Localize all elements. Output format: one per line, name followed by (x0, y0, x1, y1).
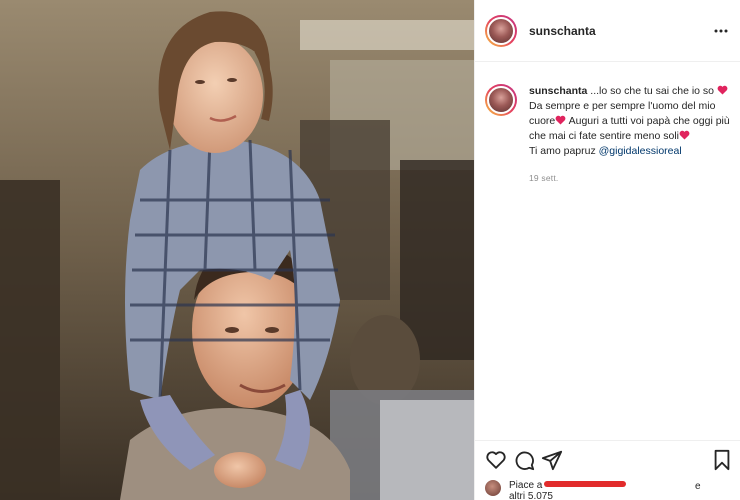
redacted-username-mark (544, 481, 627, 487)
comment-icon[interactable] (513, 449, 535, 471)
red-heart-emoji-icon (555, 115, 566, 125)
author-avatar[interactable] (485, 14, 517, 47)
likes-others-link[interactable]: altri 5.075 (509, 491, 553, 500)
caption-line-1: ...lo so che tu sai che io so (587, 85, 717, 97)
post-header: sunschanta (475, 0, 740, 62)
likes-suffix: e (695, 481, 701, 492)
caption-handle[interactable]: sunschanta (529, 85, 587, 97)
photo-image (0, 0, 474, 500)
red-heart-emoji-icon (717, 85, 728, 95)
post-actions-bar (475, 440, 740, 476)
likes-prefix: Piace a (509, 480, 543, 491)
post-timestamp[interactable]: 19 sett. (529, 173, 731, 183)
liker-avatar[interactable] (485, 480, 501, 496)
caption-text: sunschanta ...lo so che tu sai che io so… (529, 84, 731, 159)
more-horizontal-icon[interactable] (713, 23, 729, 39)
red-heart-emoji-icon (679, 130, 690, 140)
share-icon[interactable] (541, 449, 563, 471)
caption-avatar[interactable] (485, 84, 517, 116)
author-username[interactable]: sunschanta (529, 24, 596, 38)
mention-link[interactable]: @gigidalessioreal (599, 145, 682, 157)
post-side-panel: sunschanta sunschanta ...lo so che tu sa… (474, 0, 740, 500)
post-caption: sunschanta ...lo so che tu sai che io so… (485, 84, 731, 183)
post-photo[interactable] (0, 0, 474, 500)
likes-summary: Piace a altri 5.075 e (485, 477, 735, 500)
heart-icon[interactable] (485, 449, 507, 471)
likes-text: Piace a altri 5.075 (509, 480, 709, 500)
caption-line-4: Ti amo papruz (529, 145, 599, 157)
bookmark-icon[interactable] (711, 449, 733, 471)
